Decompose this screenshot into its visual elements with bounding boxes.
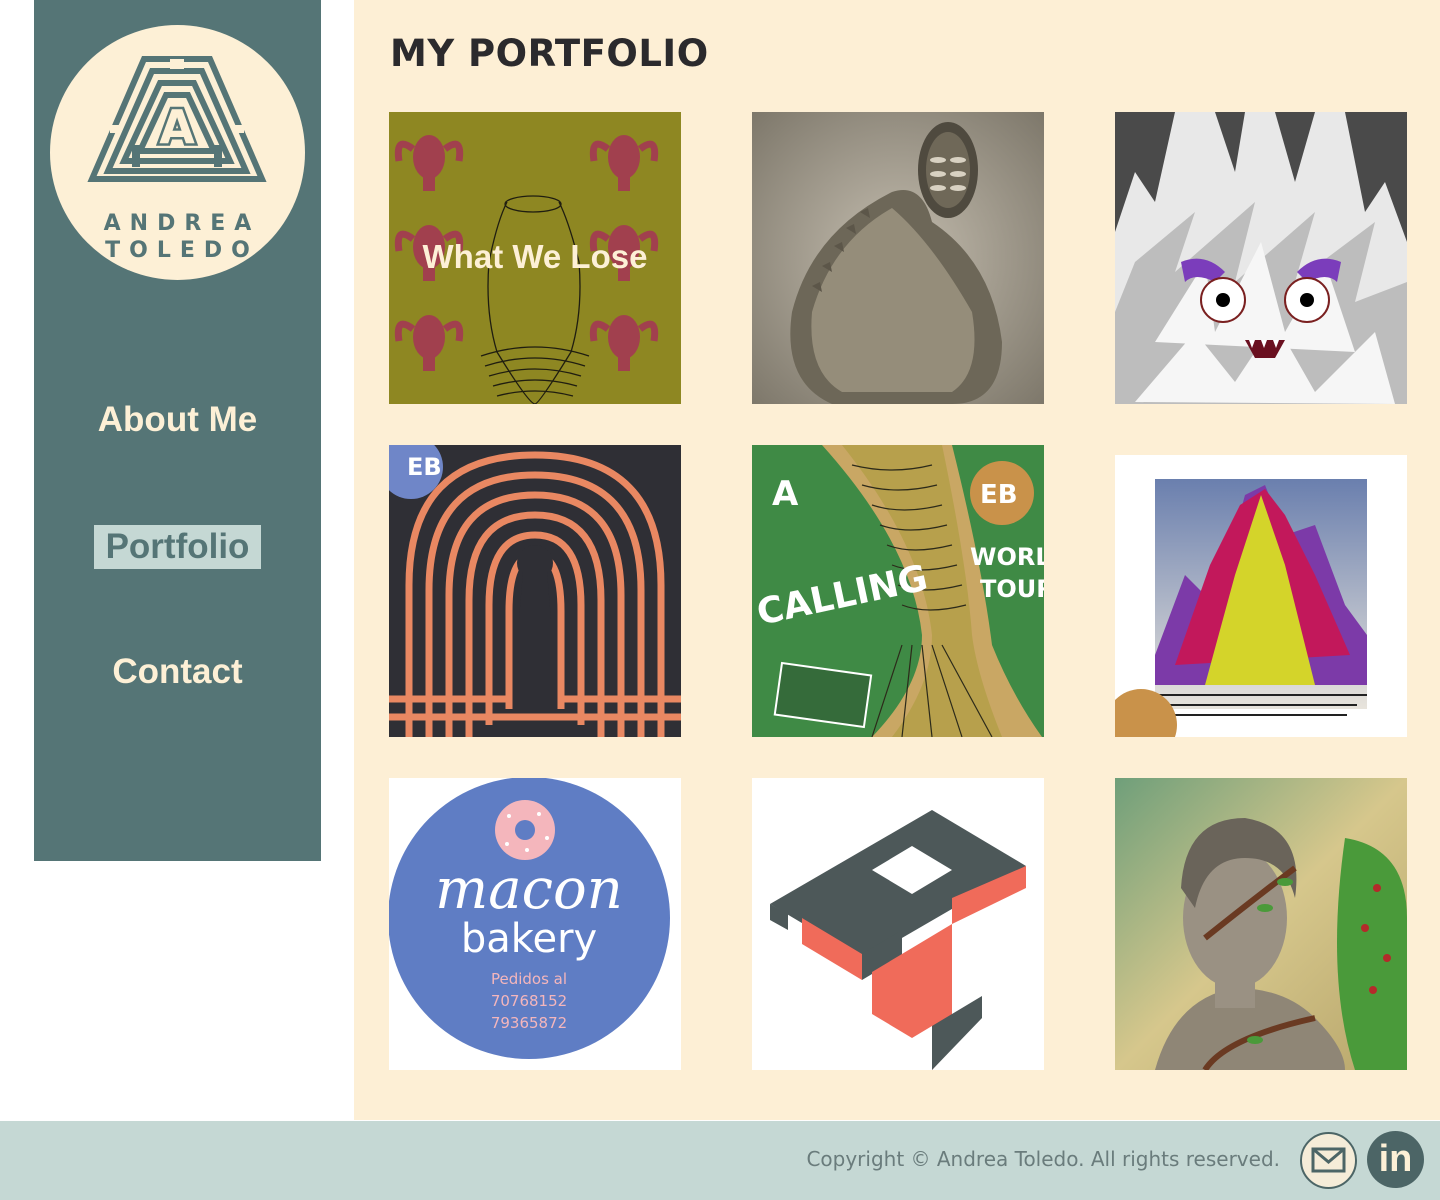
- tile-caption: What We Lose: [422, 238, 648, 275]
- bakery-phone-2: 79365872: [491, 1014, 567, 1032]
- brand-logo[interactable]: A ANDREA TOLEDO: [50, 25, 305, 280]
- keyhole-maze-album-image: EB: [389, 445, 681, 737]
- bakery-phone-1: 70768152: [491, 992, 567, 1010]
- portfolio-tile-masked-figure[interactable]: [752, 112, 1044, 404]
- brand-name-first: ANDREA: [103, 211, 261, 236]
- bakery-name-word: bakery: [461, 916, 597, 962]
- mail-icon: [1311, 1147, 1346, 1173]
- linkedin-icon: in: [1378, 1138, 1413, 1180]
- macon-bakery-logo-image: macon bakery Pedidos al 70768152 7936587…: [389, 778, 681, 1070]
- copyright-text: Copyright © Andrea Toledo. All rights re…: [806, 1147, 1280, 1171]
- portrait-painting-image: [1115, 778, 1407, 1070]
- portfolio-tile-mini-album[interactable]: [1115, 455, 1407, 737]
- nav-item-portfolio[interactable]: Portfolio: [34, 525, 321, 569]
- siren-word-world: WORLD: [970, 543, 1044, 571]
- page-title: MY PORTFOLIO: [390, 32, 709, 75]
- maze-triangle-a-logo-icon: A: [87, 56, 267, 182]
- brand-name-last: TOLEDO: [105, 238, 259, 263]
- portfolio-tile-siren[interactable]: A CALLING WORLD TOUR EB: [752, 445, 1044, 737]
- svg-text:EB: EB: [980, 480, 1018, 510]
- linkedin-button[interactable]: in: [1367, 1131, 1424, 1188]
- svg-text:EB: EB: [407, 453, 442, 481]
- isometric-letters-logo-image: [752, 778, 1044, 1070]
- portfolio-panel: MY PORTFOLIO What We Lose EB A CALLING W…: [354, 0, 1440, 1120]
- nav-item-label: Contact: [112, 652, 243, 691]
- footer: Copyright © Andrea Toledo. All rights re…: [0, 1121, 1440, 1200]
- masked-figure-artwork-image: [752, 112, 1044, 404]
- mini-album-tree-image: [1115, 455, 1407, 737]
- page: A ANDREA TOLEDO About Me Portfolio Conta…: [0, 0, 1440, 1200]
- portfolio-tile-isometric-letters[interactable]: [752, 778, 1044, 1070]
- nav-item-contact[interactable]: Contact: [34, 650, 321, 694]
- email-button[interactable]: [1300, 1132, 1357, 1189]
- portfolio-tile-what-we-lose[interactable]: What We Lose: [389, 112, 681, 404]
- bakery-order-label: Pedidos al: [491, 970, 567, 988]
- portfolio-tile-macon-bakery[interactable]: macon bakery Pedidos al 70768152 7936587…: [389, 778, 681, 1070]
- nav-item-label: Portfolio: [93, 525, 262, 569]
- portfolio-tile-portrait[interactable]: [1115, 778, 1407, 1070]
- portfolio-tile-keyhole-maze[interactable]: EB: [389, 445, 681, 737]
- siren-word-a: A: [772, 474, 799, 514]
- nav-item-about-me[interactable]: About Me: [34, 398, 321, 442]
- siren-calling-album-image: A CALLING WORLD TOUR EB: [752, 445, 1044, 737]
- nav-item-label: About Me: [97, 400, 258, 439]
- sidebar: A ANDREA TOLEDO About Me Portfolio Conta…: [34, 0, 321, 861]
- siren-word-tour: TOUR: [980, 575, 1044, 603]
- svg-text:A: A: [159, 100, 195, 154]
- bakery-name-script: macon: [435, 857, 623, 922]
- creature-eyes-artwork-image: [1115, 112, 1407, 404]
- portfolio-tile-creature[interactable]: [1115, 112, 1407, 404]
